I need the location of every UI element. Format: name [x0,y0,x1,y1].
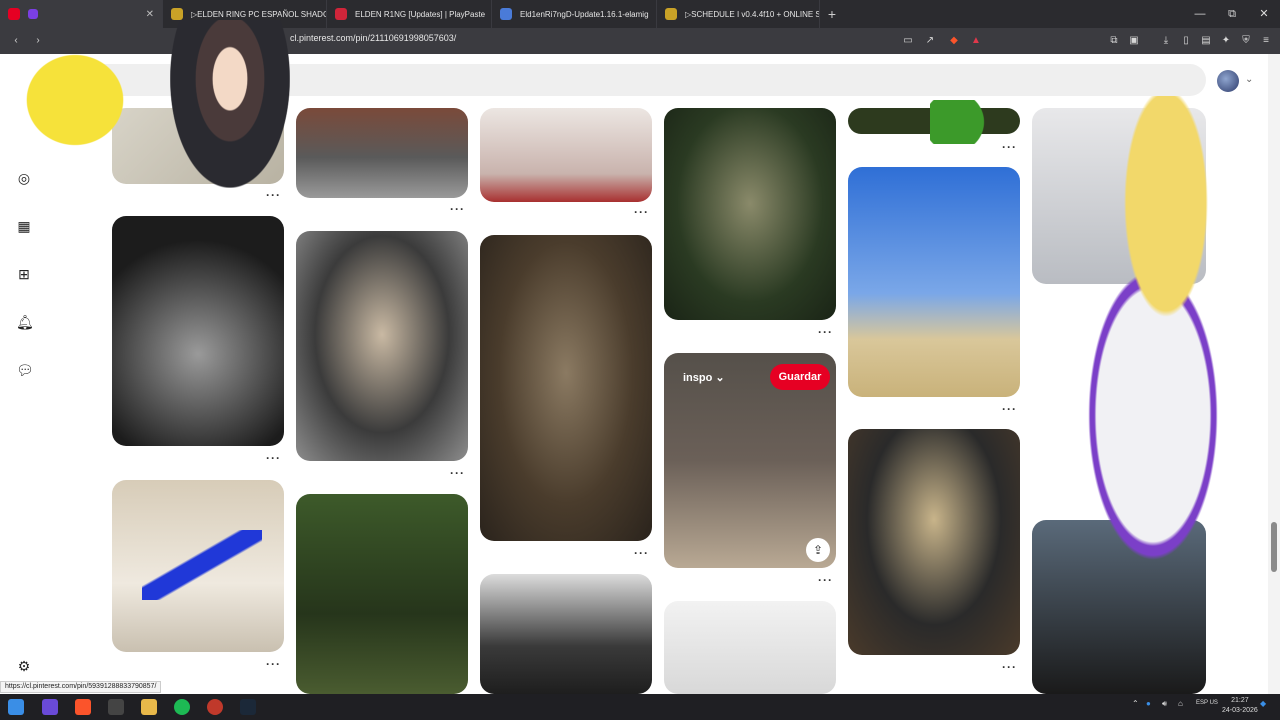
settings-icon[interactable]: ⚙ [16,658,32,674]
chevron-down-icon: ⌄ [715,372,725,384]
extensions-icon[interactable]: ⧉ [1106,33,1122,49]
tab-elden-ring-playpaste[interactable]: ELDEN R1NG [Updates] | PlayPaste [327,0,492,28]
avatar[interactable] [1217,70,1239,92]
anime-girl-sticker [170,20,290,188]
close-tab-icon[interactable]: ✕ [138,9,154,20]
boards-icon[interactable]: ▦ [16,218,32,234]
downloads-icon[interactable]: ⤓ [1158,33,1174,49]
window-controls: — ⧉ ✕ [1184,0,1280,28]
notifications-icon[interactable]: 🔔︎ [16,314,34,330]
notifications-tray-icon[interactable]: ◆ [1260,699,1266,708]
clock[interactable]: 21:27 24-03-2026 [1222,696,1258,716]
spotify-icon[interactable] [174,699,190,715]
spongebob-sticker [0,30,150,170]
brave-shield-icon[interactable]: ◆ [946,33,962,49]
tray-overflow-icon[interactable]: ⌃ [1132,699,1139,708]
pin-image[interactable] [848,429,1020,655]
leo-icon[interactable]: ✦ [1218,33,1234,49]
wallet-icon[interactable]: ▤ [1198,33,1214,49]
pin-image[interactable] [296,231,468,461]
pin-image[interactable] [480,235,652,541]
pin-image[interactable] [848,167,1020,397]
pin-image[interactable] [112,480,284,652]
page-scrollbar[interactable] [1268,54,1280,694]
brave-icon[interactable] [75,699,91,715]
maximize-button[interactable]: ⧉ [1216,0,1248,28]
menu-icon[interactable]: ≡ [1258,33,1274,49]
tray-app-icon[interactable]: ● [1146,699,1151,708]
pin-more-button[interactable]: ··· [450,202,465,216]
panel-icon[interactable]: ▯ [1178,33,1194,49]
messages-icon[interactable]: 💬︎ [16,362,34,378]
pin-more-button[interactable]: ··· [450,466,465,480]
pin-more-button[interactable]: ··· [634,546,649,560]
tab-favicon-icon [335,8,347,20]
start-icon[interactable] [8,699,24,715]
pin-image[interactable] [480,574,652,694]
create-icon[interactable]: ⊞ [16,266,32,282]
tab-label: Eld1enRi7ngD-Update1.16.1-elamig [520,9,649,19]
tab-favicon-icon [500,8,512,20]
tab-label: ▷ELDEN RING PC ESPAÑOL SHADO [191,9,327,19]
volume-icon[interactable]: 🔊︎ [1162,699,1167,709]
explore-icon[interactable]: ◎ [16,170,32,186]
close-window-button[interactable]: ✕ [1248,0,1280,28]
clock-date: 24-03-2026 [1222,707,1258,714]
pin-detail [142,530,262,600]
tab-label: ▷SCHEDULE I v0.4.4f10 + ONLINE S [685,9,820,19]
anime-character-sticker [1010,96,1270,628]
tab-elden-ring-update[interactable]: Eld1enRi7ngD-Update1.16.1-elamig [492,0,657,28]
tab-schedule-i[interactable]: ▷SCHEDULE I v0.4.4f10 + ONLINE S [657,0,820,28]
pin-image[interactable] [112,216,284,446]
tab-favicon-icon [171,8,183,20]
extension-favicon-icon [28,9,38,19]
new-tab-button[interactable]: + [820,6,844,22]
brave-rewards-icon[interactable]: ▲ [968,33,984,49]
minimize-button[interactable]: — [1184,0,1216,28]
app-icon[interactable] [42,699,58,715]
tab-pinterest[interactable]: ✕ [0,0,163,28]
vpn-icon[interactable]: ⛨ [1238,33,1254,49]
pin-image[interactable] [296,108,468,198]
scrollbar-thumb[interactable] [1271,522,1277,572]
pin-more-button[interactable]: ··· [266,657,281,671]
taskbar: ⌃ ● 🔊︎ ⌂ ESP US 21:27 24-03-2026 ◆ [0,694,1280,720]
file-explorer-icon[interactable] [141,699,157,715]
pin-image[interactable] [480,108,652,202]
share-icon[interactable]: ↗ [922,33,938,49]
account-menu-chevron-icon[interactable]: ⌄ [1245,74,1253,85]
pin-image[interactable] [296,494,468,694]
pin-more-button[interactable]: ··· [266,451,281,465]
save-button[interactable]: Guardar [770,364,830,390]
pin-more-button[interactable]: ··· [1002,660,1017,674]
pin-more-button[interactable]: ··· [818,325,833,339]
clock-time: 21:27 [1231,697,1249,704]
language-indicator[interactable]: ESP US [1196,699,1218,707]
pin-more-button[interactable]: ··· [818,573,833,587]
pinterest-favicon-icon [8,8,20,20]
share-icon[interactable]: ⇪ [806,538,830,562]
pin-image[interactable] [664,601,836,694]
steam-icon[interactable] [240,699,256,715]
pin-more-button[interactable]: ··· [266,188,281,202]
status-url: https://cl.pinterest.com/pin/59391288833… [0,681,162,693]
app-icon[interactable] [108,699,124,715]
app-icon[interactable] [207,699,223,715]
pin-more-button[interactable]: ··· [634,205,649,219]
address-bar[interactable]: cl.pinterest.com/pin/21110691998057603/ [290,33,456,43]
network-icon[interactable]: ⌂ [1178,699,1183,708]
board-select-button[interactable]: inspo ⌄ [683,371,725,384]
tab-label: ELDEN R1NG [Updates] | PlayPaste [355,9,486,19]
sidebar-toggle-icon[interactable]: ▣ [1126,33,1142,49]
tab-favicon-icon [665,8,677,20]
screen-icon[interactable]: ▭ [900,33,916,49]
pin-image[interactable] [664,108,836,320]
